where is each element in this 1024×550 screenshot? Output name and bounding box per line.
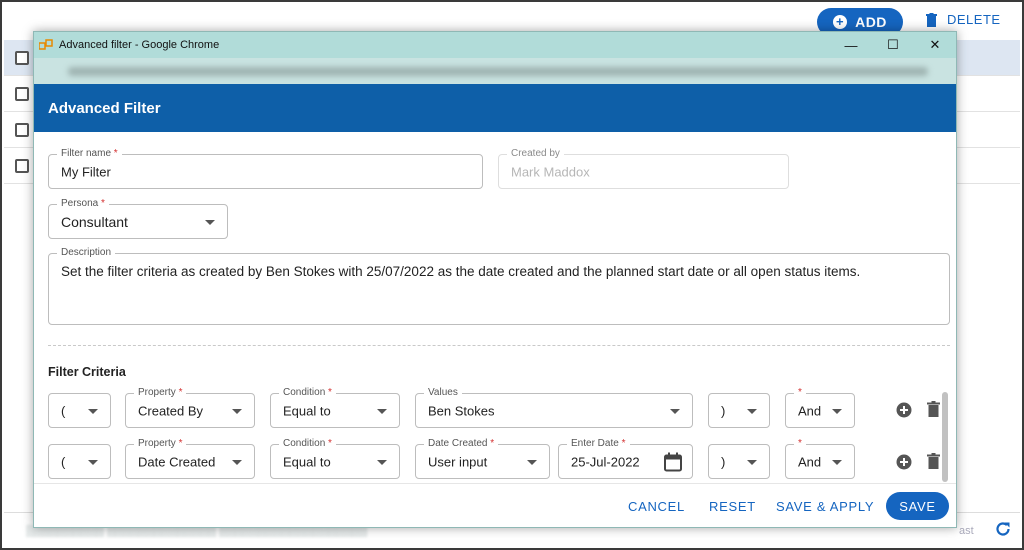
date-created-label: Date Created *: [424, 438, 499, 450]
close-paren-value: ): [721, 403, 726, 418]
created-by-field: Created by Mark Maddox: [498, 148, 789, 189]
minimize-button[interactable]: —: [830, 32, 872, 58]
save-apply-button[interactable]: SAVE & APPLY: [776, 499, 874, 514]
open-paren-value: (: [61, 454, 66, 469]
last-page-link[interactable]: ast: [959, 525, 974, 537]
refresh-icon[interactable]: [994, 520, 1012, 538]
add-button-label: ADD: [855, 14, 887, 30]
filter-name-label: Filter name *: [57, 148, 122, 160]
created-by-label: Created by: [507, 148, 564, 160]
property-select[interactable]: Property * Date Created: [125, 438, 255, 479]
open-paren-value: (: [61, 403, 66, 418]
dialog-title: Advanced Filter: [48, 99, 161, 117]
logic-label: *: [794, 387, 806, 399]
add-plus-icon: +: [833, 15, 848, 29]
property-value: Created By: [138, 403, 204, 418]
row-checkbox[interactable]: [15, 87, 29, 101]
description-field[interactable]: Description Set the filter criteria as c…: [48, 247, 950, 325]
add-criteria-icon[interactable]: [895, 401, 913, 419]
chevron-down-icon: [205, 219, 215, 225]
close-paren-value: ): [721, 454, 726, 469]
chevron-down-icon: [377, 408, 387, 414]
chevron-down-icon: [832, 408, 842, 414]
trash-icon: [926, 12, 937, 27]
date-created-value: User input: [428, 454, 488, 469]
values-label: Values: [424, 387, 462, 399]
blurred-url: [68, 67, 928, 76]
property-value: Date Created: [138, 454, 216, 469]
filter-criteria-title: Filter Criteria: [48, 365, 126, 379]
save-button[interactable]: SAVE: [886, 492, 949, 520]
row-checkbox[interactable]: [15, 123, 29, 137]
save-button-label: SAVE: [899, 498, 936, 514]
persona-value: Consultant: [61, 213, 128, 230]
window-controls: — ☐ ✕: [830, 32, 956, 58]
delete-criteria-icon[interactable]: [924, 400, 942, 418]
property-select[interactable]: Property * Created By: [125, 387, 255, 428]
description-value: Set the filter criteria as created by Be…: [61, 264, 861, 279]
chevron-down-icon: [377, 459, 387, 465]
close-paren-select[interactable]: ): [708, 444, 770, 479]
values-select[interactable]: Values Ben Stokes: [415, 387, 693, 428]
section-divider: [48, 345, 950, 346]
reset-button[interactable]: RESET: [709, 499, 756, 514]
enter-date-label: Enter Date *: [567, 438, 630, 450]
enter-date-field[interactable]: Enter Date * 25-Jul-2022: [558, 438, 693, 479]
chevron-down-icon: [832, 459, 842, 465]
persona-select[interactable]: Persona * Consultant: [48, 198, 228, 239]
filter-name-value: My Filter: [61, 164, 111, 179]
condition-select[interactable]: Condition * Equal to: [270, 387, 400, 428]
logic-value: And: [798, 454, 822, 469]
chevron-down-icon: [88, 459, 98, 465]
chevron-down-icon: [747, 459, 757, 465]
chevron-down-icon: [527, 459, 537, 465]
chevron-down-icon: [670, 408, 680, 414]
chevron-down-icon: [232, 459, 242, 465]
condition-label: Condition *: [279, 438, 336, 450]
property-label: Property *: [134, 438, 187, 450]
logic-select[interactable]: * And: [785, 438, 855, 479]
maximize-button[interactable]: ☐: [872, 32, 914, 58]
description-label: Description: [57, 247, 116, 259]
enter-date-value: 25-Jul-2022: [571, 454, 640, 469]
window-titlebar[interactable]: Advanced filter - Google Chrome — ☐ ✕: [34, 32, 956, 58]
popup-window: Advanced filter - Google Chrome — ☐ ✕ Ad…: [33, 31, 957, 528]
open-paren-select[interactable]: (: [48, 444, 111, 479]
chevron-down-icon: [88, 408, 98, 414]
add-criteria-icon[interactable]: [895, 453, 913, 471]
dialog-content: Filter name * My Filter Created by Mark …: [34, 132, 956, 485]
condition-select[interactable]: Condition * Equal to: [270, 438, 400, 479]
logic-label: *: [794, 438, 806, 450]
row-checkbox[interactable]: [15, 51, 29, 65]
address-bar[interactable]: [34, 58, 956, 84]
filter-name-field[interactable]: Filter name * My Filter: [48, 148, 483, 189]
created-by-value: Mark Maddox: [511, 164, 590, 179]
dialog-footer: CANCEL RESET SAVE & APPLY SAVE: [34, 483, 956, 527]
window-title: Advanced filter - Google Chrome: [59, 39, 220, 51]
values-value: Ben Stokes: [428, 403, 495, 418]
dialog-header: Advanced Filter: [34, 84, 956, 132]
delete-button-label: DELETE: [947, 12, 1001, 27]
property-label: Property *: [134, 387, 187, 399]
logic-select[interactable]: * And: [785, 387, 855, 428]
close-window-button[interactable]: ✕: [914, 32, 956, 58]
logic-value: And: [798, 403, 822, 418]
app-icon: [39, 39, 53, 50]
row-checkbox[interactable]: [15, 159, 29, 173]
date-created-select[interactable]: Date Created * User input: [415, 438, 550, 479]
chevron-down-icon: [747, 408, 757, 414]
cancel-button[interactable]: CANCEL: [628, 499, 685, 514]
delete-criteria-icon[interactable]: [924, 452, 942, 470]
condition-value: Equal to: [283, 403, 331, 418]
condition-value: Equal to: [283, 454, 331, 469]
calendar-icon[interactable]: [664, 452, 682, 471]
chevron-down-icon: [232, 408, 242, 414]
open-paren-select[interactable]: (: [48, 393, 111, 428]
close-paren-select[interactable]: ): [708, 393, 770, 428]
criteria-scrollbar[interactable]: [942, 392, 948, 482]
persona-label: Persona *: [57, 198, 109, 210]
delete-button[interactable]: DELETE: [926, 12, 1001, 27]
condition-label: Condition *: [279, 387, 336, 399]
